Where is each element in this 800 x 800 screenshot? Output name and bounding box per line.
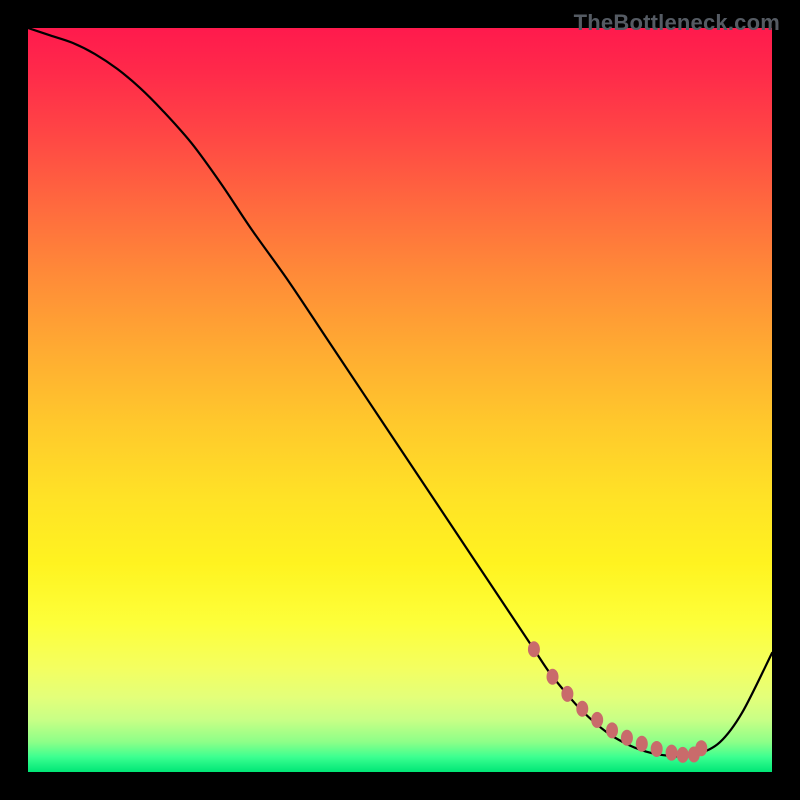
highlight-dot — [561, 686, 573, 702]
highlight-dots — [528, 641, 707, 763]
highlight-dot — [547, 669, 559, 685]
highlight-dot — [636, 736, 648, 752]
watermark-text: TheBottleneck.com — [574, 10, 780, 36]
highlight-dot — [606, 722, 618, 738]
chart-svg — [28, 28, 772, 772]
highlight-dot — [666, 745, 678, 761]
highlight-dot — [621, 730, 633, 746]
chart-frame: TheBottleneck.com — [0, 0, 800, 800]
plot-area — [28, 28, 772, 772]
highlight-dot — [591, 712, 603, 728]
bottleneck-curve — [28, 28, 772, 756]
highlight-dot — [695, 740, 707, 756]
highlight-dot — [576, 701, 588, 717]
highlight-dot — [651, 741, 663, 757]
highlight-dot — [677, 747, 689, 763]
highlight-dot — [528, 641, 540, 657]
